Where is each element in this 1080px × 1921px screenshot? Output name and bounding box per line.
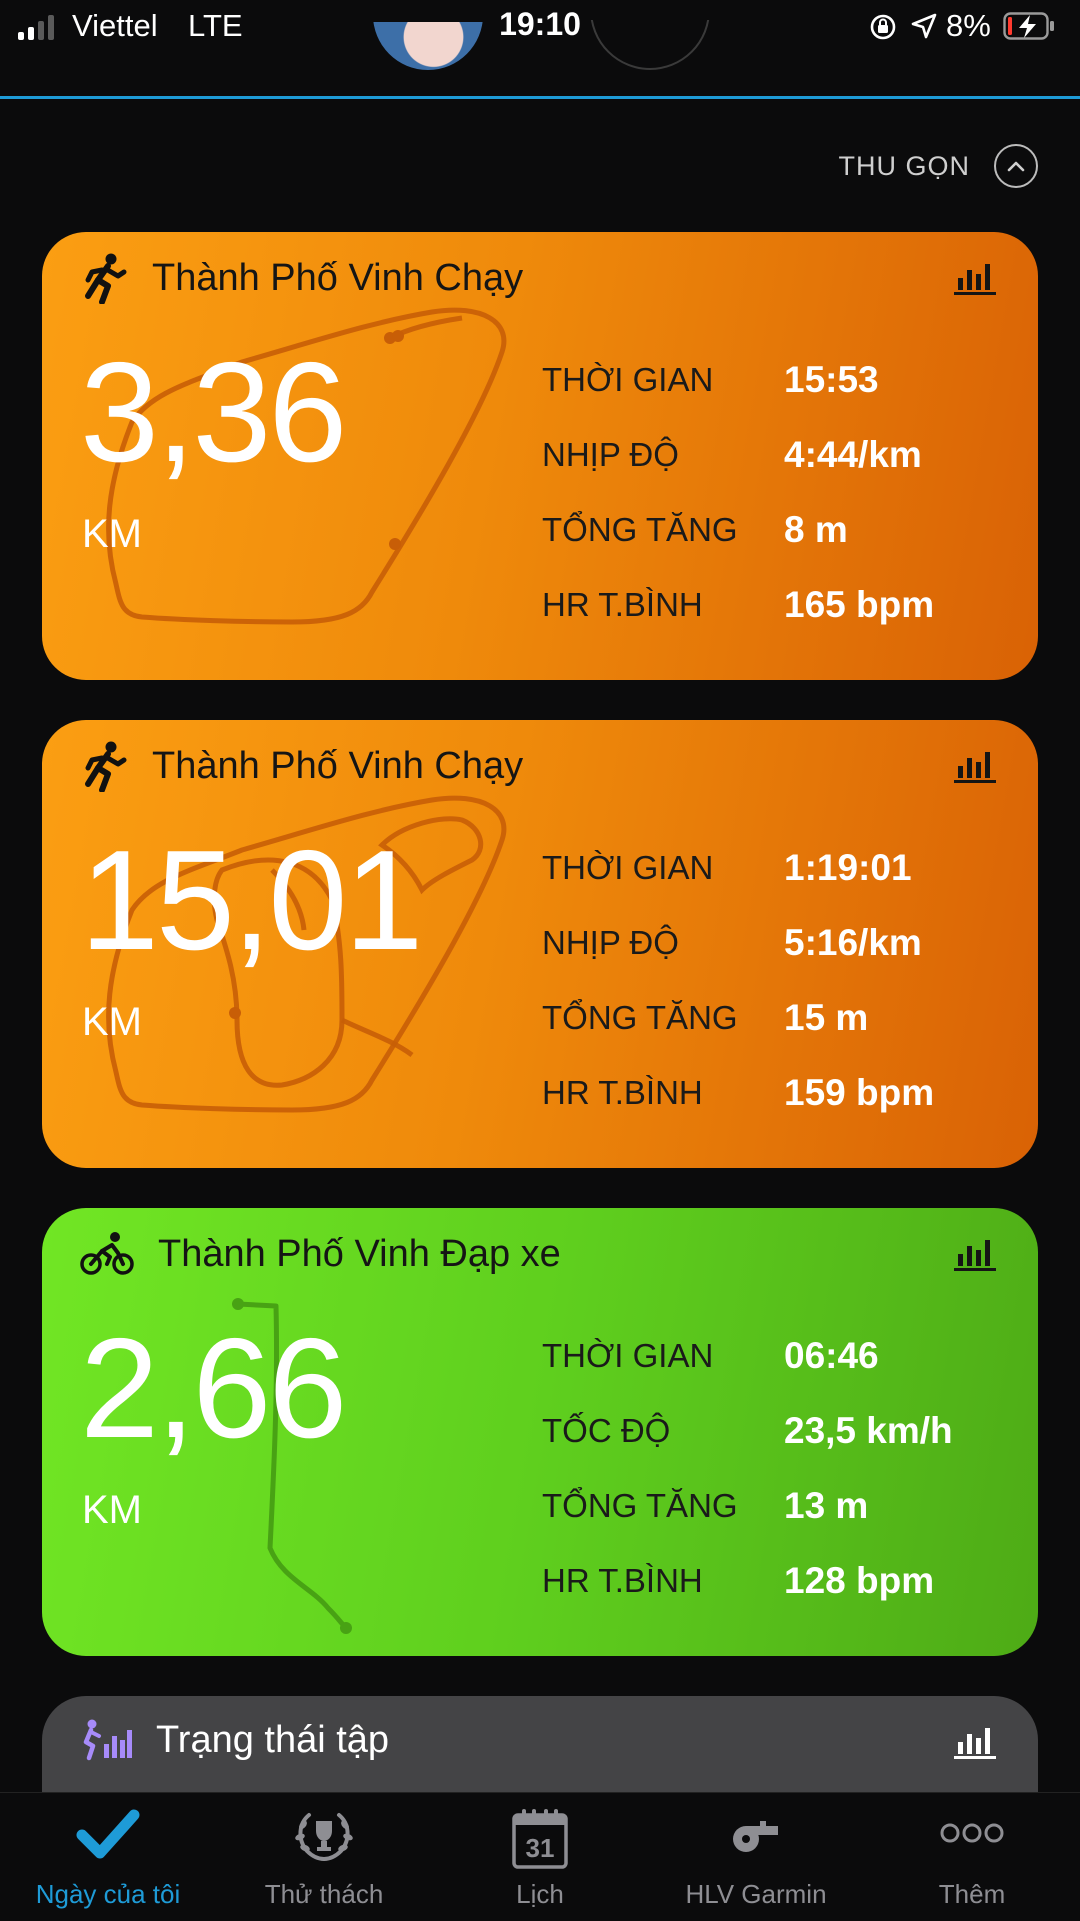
tab-label: HLV Garmin xyxy=(685,1879,827,1909)
tab-label: Lịch xyxy=(516,1879,564,1909)
metric-label: NHỊP ĐỘ xyxy=(542,923,679,961)
battery-percentage: 8% xyxy=(946,8,991,43)
metric-value: 5:16/km xyxy=(784,921,922,963)
tab-more[interactable]: Thêm xyxy=(864,1793,1080,1921)
tab-label: Thử thách xyxy=(264,1879,384,1909)
laurel-trophy-icon xyxy=(295,1813,353,1861)
battery-charging-icon xyxy=(1003,12,1054,40)
distance-value: 15,01 xyxy=(80,821,423,980)
running-icon xyxy=(85,253,127,304)
metric-label: TỔNG TĂNG xyxy=(542,1486,738,1524)
activity-card[interactable]: Thành Phố Vinh Đạp xe 2,66 KM THỜI GIAN … xyxy=(42,1208,1038,1656)
activity-card[interactable]: Thành Phố Vinh Chạy 3,36 KM THỜI GIAN 15… xyxy=(42,232,1038,680)
distance-unit: KM xyxy=(82,512,142,556)
metric-value: 128 bpm xyxy=(784,1559,935,1601)
bar-chart-icon[interactable] xyxy=(954,1724,996,1760)
activity-title: Thành Phố Vinh Chạy xyxy=(152,744,524,787)
location-arrow-icon xyxy=(911,13,937,39)
bar-chart-icon[interactable] xyxy=(954,1236,996,1272)
metric-row: HR T.BÌNH 159 bpm xyxy=(542,1055,934,1130)
metric-row: THỜI GIAN 15:53 xyxy=(542,342,934,417)
tab-calendar[interactable]: 31 Lịch xyxy=(432,1793,648,1921)
metrics-list: THỜI GIAN 1:19:01 NHỊP ĐỘ 5:16/km TỔNG T… xyxy=(542,830,934,1130)
header-divider xyxy=(0,96,1080,99)
distance-unit: KM xyxy=(82,1488,142,1532)
metric-value: 1:19:01 xyxy=(784,846,912,888)
metric-label: THỜI GIAN xyxy=(542,848,714,886)
metric-value: 15:53 xyxy=(784,358,879,400)
metric-label: HR T.BÌNH xyxy=(542,1561,703,1599)
metric-row: TỔNG TĂNG 8 m xyxy=(542,492,934,567)
metric-value: 13 m xyxy=(784,1484,869,1526)
activity-title: Thành Phố Vinh Đạp xe xyxy=(158,1232,561,1275)
chevron-up-icon[interactable] xyxy=(994,144,1038,188)
summary-ring xyxy=(590,20,710,72)
tab-my-day[interactable]: Ngày của tôi xyxy=(0,1793,216,1921)
card-header: Thành Phố Vinh Chạy xyxy=(80,250,523,306)
metric-row: THỜI GIAN 06:46 xyxy=(542,1318,953,1393)
metric-label: NHỊP ĐỘ xyxy=(542,435,679,473)
tab-garmin-coach[interactable]: HLV Garmin xyxy=(648,1793,864,1921)
whistle-icon xyxy=(733,1821,778,1852)
activity-card[interactable]: Thành Phố Vinh Chạy 15,01 KM THỜI GIAN 1… xyxy=(42,720,1038,1168)
distance-unit: KM xyxy=(82,1000,142,1044)
metric-value: 06:46 xyxy=(784,1334,879,1376)
cycling-icon xyxy=(80,1232,134,1275)
distance-value: 3,36 xyxy=(80,333,347,492)
metrics-list: THỜI GIAN 06:46 TỐC ĐỘ 23,5 km/h TỔNG TĂ… xyxy=(542,1318,953,1618)
metric-label: HR T.BÌNH xyxy=(542,1073,703,1111)
metric-label: TỐC ĐỘ xyxy=(542,1411,671,1449)
metric-label: THỜI GIAN xyxy=(542,1336,714,1374)
bar-chart-icon[interactable] xyxy=(954,748,996,784)
metric-value: 165 bpm xyxy=(784,583,935,625)
metric-label: HR T.BÌNH xyxy=(542,585,703,623)
card-header: Thành Phố Vinh Chạy xyxy=(80,738,523,794)
tab-label: Thêm xyxy=(938,1879,1006,1909)
metric-row: THỜI GIAN 1:19:01 xyxy=(542,830,934,905)
training-status-title: Trạng thái tập xyxy=(156,1718,390,1761)
orientation-lock-icon xyxy=(870,14,896,40)
metric-row: HR T.BÌNH 165 bpm xyxy=(542,567,934,642)
tab-challenges[interactable]: Thử thách xyxy=(216,1793,432,1921)
metric-value: 15 m xyxy=(784,996,869,1038)
metric-value: 159 bpm xyxy=(784,1071,935,1113)
metric-row: TỔNG TĂNG 13 m xyxy=(542,1468,953,1543)
metric-label: TỔNG TĂNG xyxy=(542,998,738,1036)
training-status-icon xyxy=(83,1719,132,1761)
metric-row: TỔNG TĂNG 15 m xyxy=(542,980,934,1055)
metric-row: TỐC ĐỘ 23,5 km/h xyxy=(542,1393,953,1468)
checkmark-icon xyxy=(76,1809,140,1859)
more-icon xyxy=(940,1823,1004,1843)
calendar-icon: 31 xyxy=(512,1809,568,1869)
calendar-day: 31 xyxy=(526,1833,555,1863)
running-icon xyxy=(85,741,127,792)
metric-row: NHỊP ĐỘ 5:16/km xyxy=(542,905,934,980)
distance-value: 2,66 xyxy=(80,1309,347,1468)
bottom-tab-bar: Ngày của tôi Thử thách 31 Lịch HLV Garmi… xyxy=(0,1792,1080,1921)
metric-row: NHỊP ĐỘ 4:44/km xyxy=(542,417,934,492)
metric-label: TỔNG TĂNG xyxy=(542,510,738,548)
metric-value: 8 m xyxy=(784,508,848,550)
card-header: Thành Phố Vinh Đạp xe xyxy=(80,1226,561,1282)
tab-label: Ngày của tôi xyxy=(35,1879,181,1909)
metric-label: THỜI GIAN xyxy=(542,360,714,398)
metrics-list: THỜI GIAN 15:53 NHỊP ĐỘ 4:44/km TỔNG TĂN… xyxy=(542,342,934,642)
metric-value: 23,5 km/h xyxy=(784,1409,953,1451)
profile-avatar[interactable] xyxy=(373,22,483,72)
card-header: Trạng thái tập xyxy=(80,1712,389,1768)
collapse-toggle[interactable]: THU GỌN xyxy=(838,144,1038,188)
metric-value: 4:44/km xyxy=(784,433,922,475)
activity-title: Thành Phố Vinh Chạy xyxy=(152,256,524,299)
status-bar: Viettel LTE 19:10 8% xyxy=(0,0,1080,56)
metric-row: HR T.BÌNH 128 bpm xyxy=(542,1543,953,1618)
bar-chart-icon[interactable] xyxy=(954,260,996,296)
collapse-label: THU GỌN xyxy=(838,150,970,181)
